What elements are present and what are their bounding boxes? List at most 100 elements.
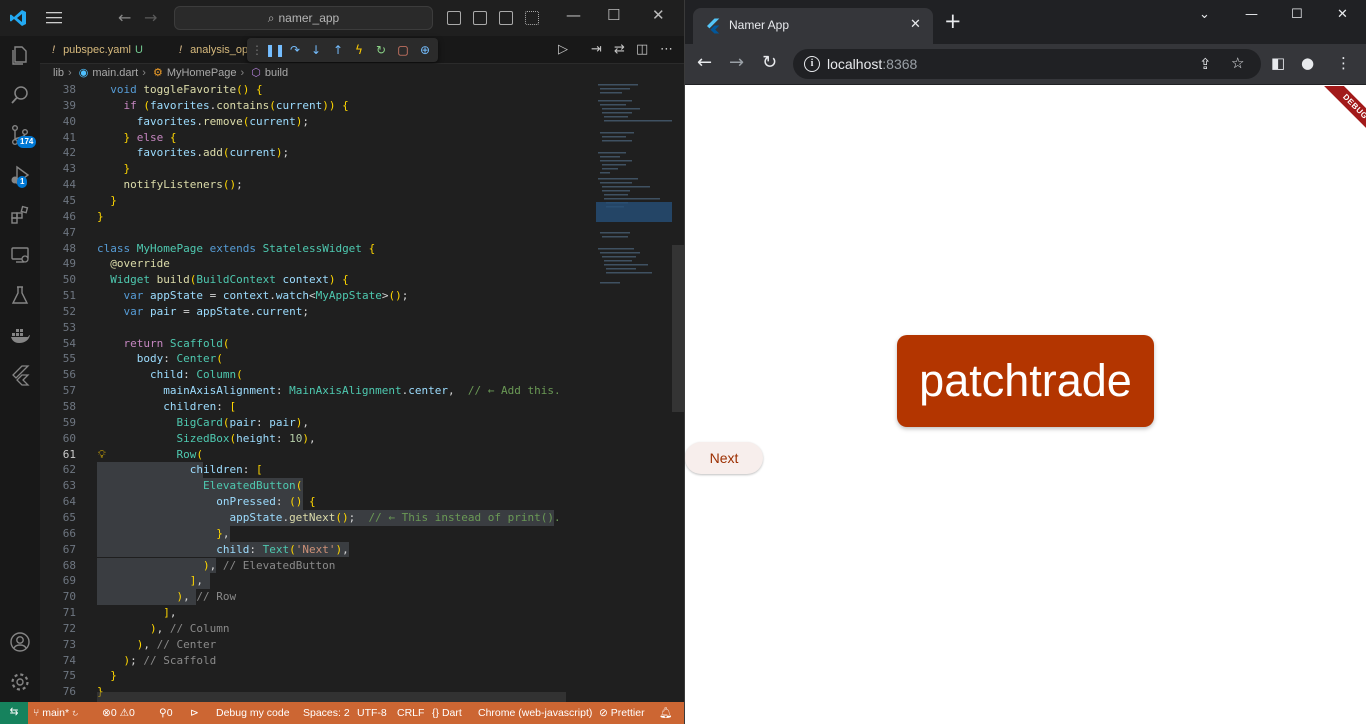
code-line[interactable]: 75 }	[40, 668, 596, 684]
toggle-panel-icon[interactable]	[473, 11, 487, 25]
maximize-icon[interactable]: ☐	[1291, 7, 1303, 22]
chrome-menu-icon[interactable]: ⋮	[1336, 54, 1351, 72]
flutter-icon[interactable]	[9, 364, 31, 386]
bookmark-star-icon[interactable]: ☆	[1231, 54, 1244, 72]
back-arrow-icon[interactable]: ←	[697, 53, 712, 73]
customize-layout-icon[interactable]	[525, 11, 539, 25]
step-out-icon[interactable]: ↑	[330, 42, 346, 58]
extensions-icon[interactable]	[9, 204, 31, 226]
split-editor-icon[interactable]: ◫	[636, 42, 648, 57]
drag-handle-icon[interactable]: ⋮	[249, 42, 265, 58]
breadcrumb-folder[interactable]: lib	[53, 67, 64, 79]
code-line[interactable]: 67 child: Text('Next'),	[40, 541, 596, 558]
code-line[interactable]: 47	[40, 225, 596, 241]
code-editor[interactable]: 38 void toggleFavorite() {39 if (favorit…	[40, 82, 596, 702]
devtools-icon[interactable]: ⊕	[417, 42, 433, 58]
breadcrumb-class[interactable]: MyHomePage	[167, 67, 237, 79]
explorer-icon[interactable]	[9, 44, 31, 66]
tab-pubspec-yaml[interactable]: ! pubspec.yaml U	[40, 36, 143, 64]
horizontal-scrollbar[interactable]	[97, 692, 566, 702]
code-line[interactable]: 74 ); // Scaffold	[40, 653, 596, 669]
new-tab-icon[interactable]: +	[944, 11, 962, 32]
code-line[interactable]: 49 @override	[40, 256, 596, 272]
code-line[interactable]: 39 if (favorites.contains(current)) {	[40, 98, 596, 114]
code-line[interactable]: 41 } else {	[40, 130, 596, 146]
code-line[interactable]: 50 Widget build(BuildContext context) {	[40, 272, 596, 288]
remote-indicator-icon[interactable]: ⇆	[0, 702, 28, 724]
ports-status[interactable]: ⚲0	[159, 703, 173, 723]
code-line[interactable]: 54 return Scaffold(	[40, 336, 596, 352]
docker-icon[interactable]	[9, 324, 31, 346]
code-line[interactable]: 63 ElevatedButton(	[40, 478, 596, 495]
breadcrumb-file[interactable]: main.dart	[92, 67, 138, 79]
code-line[interactable]: 45 }	[40, 193, 596, 209]
debug-mode-status[interactable]: Debug my code	[216, 703, 290, 723]
side-panel-icon[interactable]: ◧	[1271, 54, 1285, 72]
search-icon[interactable]	[9, 84, 31, 106]
pause-icon[interactable]: ❚❚	[265, 42, 285, 58]
forward-arrow-icon[interactable]: →	[144, 8, 157, 27]
code-line[interactable]: 51 var appState = context.watch<MyAppSta…	[40, 288, 596, 304]
code-line[interactable]: 71 ],	[40, 605, 596, 621]
vertical-scrollbar[interactable]	[672, 82, 684, 702]
device-status[interactable]: Chrome (web-javascript)	[478, 703, 592, 723]
code-line[interactable]: 60 SizedBox(height: 10),	[40, 431, 596, 447]
code-line[interactable]: 43 }	[40, 161, 596, 177]
indentation-status[interactable]: Spaces: 2	[303, 703, 350, 723]
browser-tab[interactable]: Namer App ✕	[693, 8, 933, 44]
testing-icon[interactable]	[9, 284, 31, 306]
code-line[interactable]: 59 BigCard(pair: pair),	[40, 415, 596, 431]
code-line[interactable]: 69 ],	[40, 573, 596, 590]
tab-analysis-options[interactable]: ! analysis_op	[167, 36, 248, 64]
stop-icon[interactable]: ▢	[395, 42, 411, 58]
profile-avatar-icon[interactable]: ●	[1301, 54, 1314, 72]
remote-explorer-icon[interactable]	[9, 244, 31, 266]
prettier-status[interactable]: ⊘ Prettier	[599, 703, 645, 723]
code-line[interactable]: 73 ), // Center	[40, 637, 596, 653]
code-line[interactable]: 61 💡︎ Row(	[40, 447, 596, 463]
code-line[interactable]: 57 mainAxisAlignment: MainAxisAlignment.…	[40, 383, 596, 399]
back-arrow-icon[interactable]: ←	[118, 8, 131, 27]
code-line[interactable]: 38 void toggleFavorite() {	[40, 82, 596, 98]
reload-icon[interactable]: ↻	[762, 53, 777, 73]
code-line[interactable]: 64 onPressed: () {	[40, 494, 596, 510]
maximize-icon[interactable]: ☐	[607, 6, 620, 24]
close-window-icon[interactable]: ✕	[652, 6, 665, 24]
code-line[interactable]: 55 body: Center(	[40, 351, 596, 367]
site-info-icon[interactable]: i	[804, 56, 820, 72]
code-line[interactable]: 72 ), // Column	[40, 621, 596, 637]
problems-status[interactable]: ⊗0 ⚠0	[102, 703, 135, 723]
code-line[interactable]: 68 ), // ElevatedButton	[40, 557, 596, 574]
tab-search-chevron-icon[interactable]: ⌄	[1199, 7, 1210, 22]
scrollbar-thumb[interactable]	[672, 245, 684, 412]
language-status[interactable]: {} Dart	[432, 703, 462, 723]
breadcrumb-method[interactable]: build	[265, 67, 288, 79]
accounts-icon[interactable]	[9, 631, 31, 653]
git-compare-icon[interactable]: ⇄	[614, 42, 625, 57]
restart-icon[interactable]: ↻	[373, 42, 389, 58]
notifications-bell-icon[interactable]: 🔔︎	[659, 703, 672, 723]
command-center-search[interactable]: ⌕ namer_app	[174, 6, 433, 30]
minimize-icon[interactable]: —	[1245, 7, 1258, 22]
hamburger-menu-icon[interactable]	[45, 10, 63, 26]
encoding-status[interactable]: UTF-8	[357, 703, 387, 723]
code-line[interactable]: 62 children: [	[40, 462, 596, 479]
code-line[interactable]: 58 children: [	[40, 399, 596, 415]
code-line[interactable]: 65 appState.getNext(); // ← This instead…	[40, 509, 596, 526]
minimize-icon[interactable]: —	[566, 6, 581, 24]
step-into-icon[interactable]: ↓	[308, 42, 324, 58]
more-actions-icon[interactable]: ⋯	[660, 42, 673, 57]
code-line[interactable]: 52 var pair = appState.current;	[40, 304, 596, 320]
code-line[interactable]: 56 child: Column(	[40, 367, 596, 383]
code-line[interactable]: 40 favorites.remove(current);	[40, 114, 596, 130]
run-debug-action-icon[interactable]: ▷	[558, 42, 568, 57]
code-line[interactable]: 70 ), // Row	[40, 589, 596, 606]
close-window-icon[interactable]: ✕	[1337, 7, 1348, 22]
next-button[interactable]: Next	[685, 442, 763, 474]
settings-gear-icon[interactable]	[9, 671, 31, 693]
hot-reload-icon[interactable]: ϟ	[351, 42, 367, 58]
code-line[interactable]: 66 },	[40, 525, 596, 542]
code-line[interactable]: 42 favorites.add(current);	[40, 145, 596, 161]
code-line[interactable]: 46}	[40, 209, 596, 225]
address-bar[interactable]: i localhost:8368 ⇪ ☆	[793, 49, 1261, 79]
